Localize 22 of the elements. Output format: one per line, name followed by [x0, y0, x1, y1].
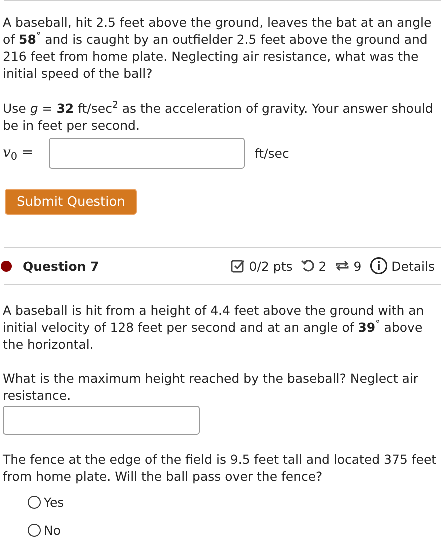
radio-button[interactable] [28, 524, 41, 537]
option-label: No [44, 522, 61, 539]
score-text: 0/2 pts [249, 258, 293, 274]
option-label: Yes [44, 494, 64, 511]
question-text: A baseball is hit from a height of 4.4 feet above the ground with an initial velocity of 128 feet per second and at an angle of 39$^{°}$ above the horizontal. [3, 302, 426, 353]
unit-label: ft/sec [255, 145, 290, 162]
question-text: Use g = 32 ft/sec$^{2}$ as the acceleration of gravity. Your answer should be in feet per second. [3, 100, 434, 134]
undo-icon [300, 259, 315, 273]
attempt-count: 9 [354, 258, 362, 274]
retry-count: 2 [318, 258, 327, 274]
info-icon [370, 257, 388, 275]
radio-button[interactable] [28, 496, 41, 509]
question-text: A baseball, hit 2.5 feet above the ground, leaves the bat at an angle of 58$^{°}$ and is caught by an outfielder 2.5 feet above the ground and 216 feet from home plate. Neglecting air resistance, what was the initial speed of the ball? [3, 14, 433, 82]
repeat-icon [334, 259, 350, 273]
details-link[interactable]: Details [392, 258, 435, 274]
question-text: What is the maximum height reached by the baseball? Neglect air resistance. [3, 370, 420, 404]
checkbox-icon [231, 259, 246, 273]
question-text: The fence at the edge of the field is 9.5 feet tall and located 375 feet from home plate. Will the ball pass over the fence? [3, 451, 438, 485]
math-label: v$_{0}$ = [3, 145, 35, 162]
answer-field[interactable] [3, 406, 200, 435]
question-title: Question 7 [23, 258, 100, 274]
answer-field[interactable] [49, 138, 245, 169]
